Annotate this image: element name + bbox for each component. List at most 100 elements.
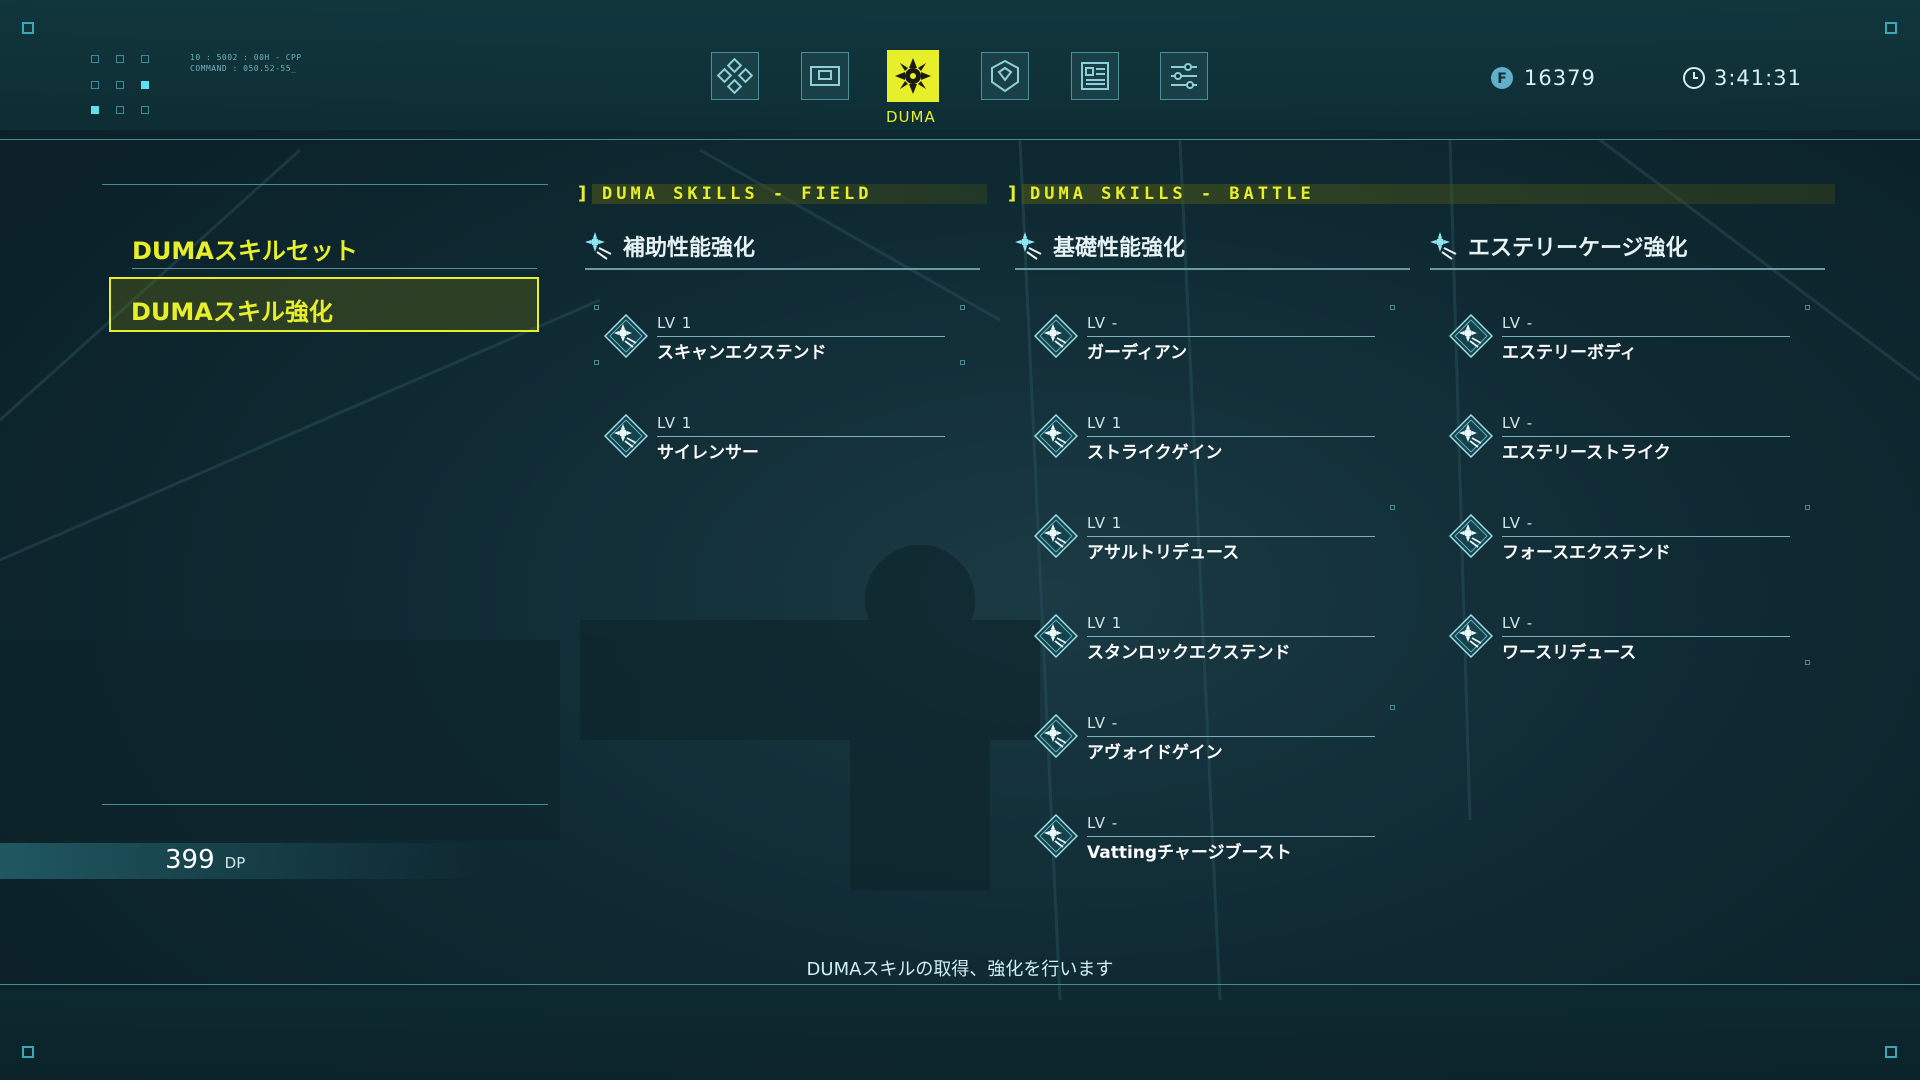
menu-skill-set[interactable]: DUMAスキルセット (132, 231, 537, 269)
skill-level: LV 1 (657, 414, 693, 432)
tab-duma-label: DUMA (886, 108, 936, 126)
skill-divider (657, 336, 945, 337)
grid-indicator (91, 106, 99, 114)
playtime-display: 3:41:31 (1682, 66, 1802, 90)
skill-card[interactable]: LV 1 サイレンサー (600, 402, 945, 472)
skill-level: LV 1 (657, 314, 693, 332)
category-underline (1015, 268, 1410, 270)
skill-name: ワースリデュース (1502, 643, 1637, 663)
skill-name: エステリーボディ (1502, 343, 1637, 363)
emblem-shield-icon (991, 59, 1019, 93)
category-title: エステリーケージ強化 (1468, 236, 1688, 261)
skill-divider (1502, 636, 1790, 637)
tab-dpad[interactable] (711, 52, 759, 100)
grid-indicator (91, 55, 99, 63)
skill-card[interactable]: LV - ガーディアン (1030, 302, 1375, 372)
skill-category-icon (1430, 232, 1457, 260)
skill-card[interactable]: LV 1 アサルトリデュース (1030, 502, 1375, 572)
system-readout-line: 10 : 5002 : 00H - CPP (190, 53, 302, 62)
skill-card[interactable]: LV 1 スタンロックエクステンド (1030, 602, 1375, 672)
skill-category-icon (1015, 232, 1042, 260)
dp-value: 399 (165, 845, 215, 875)
category-support: 補助性能強化 (585, 230, 980, 270)
bracket-glyph: ] (578, 183, 587, 204)
category-underline (1430, 268, 1825, 270)
deco-tick (1805, 660, 1810, 665)
tab-storage[interactable] (801, 52, 849, 100)
category-estery: エステリーケージ強化 (1430, 230, 1825, 270)
skill-divider (1087, 536, 1375, 537)
skill-divider (657, 436, 945, 437)
skill-card[interactable]: LV 1 ストライクゲイン (1030, 402, 1375, 472)
skill-gem-icon (1449, 514, 1493, 558)
skill-gem-icon (1449, 614, 1493, 658)
corner-marker (1885, 1046, 1897, 1058)
skill-name: アサルトリデュース (1087, 543, 1240, 563)
skill-level: LV 1 (1087, 514, 1123, 532)
storage-icon (810, 66, 840, 86)
skill-name: エステリーストライク (1502, 443, 1671, 463)
deco-tick (1390, 305, 1395, 310)
tab-emblem[interactable] (981, 52, 1029, 100)
corner-marker (22, 1046, 34, 1058)
skill-gem-icon (1034, 414, 1078, 458)
skill-level: LV - (1087, 714, 1119, 732)
grid-indicator (91, 81, 99, 89)
category-basic: 基礎性能強化 (1015, 230, 1410, 270)
dpad-icon (717, 58, 753, 94)
skill-card[interactable]: LV - Vattingチャージブースト (1030, 802, 1375, 872)
currency-display: F 16379 (1490, 66, 1596, 90)
tab-duma[interactable] (887, 50, 939, 102)
skill-gem-icon (1034, 514, 1078, 558)
grid-indicator (116, 106, 124, 114)
tab-data[interactable] (1071, 52, 1119, 100)
skill-card[interactable]: LV - エステリーボディ (1445, 302, 1790, 372)
grid-indicator (141, 81, 149, 89)
skill-name: アヴォイドゲイン (1087, 743, 1223, 763)
skill-card[interactable]: LV - アヴォイドゲイン (1030, 702, 1375, 772)
tab-settings[interactable] (1160, 52, 1208, 100)
banner-field: DUMA SKILLS - FIELD (592, 184, 987, 204)
skill-name: スタンロックエクステンド (1087, 643, 1291, 663)
duma-emblem-icon (895, 58, 931, 94)
bracket-glyph: ] (1008, 183, 1017, 204)
skill-card[interactable]: LV 1 スキャンエクステンド (600, 302, 945, 372)
grid-indicator (141, 106, 149, 114)
system-readout: 10 : 5002 : 00H - CPP COMMAND : 050.52-5… (190, 52, 302, 74)
skill-level: LV 1 (1087, 414, 1123, 432)
deco-tick (594, 305, 599, 310)
skill-gem-icon (1449, 314, 1493, 358)
skill-category-icon (585, 232, 612, 260)
skill-level: LV - (1087, 314, 1119, 332)
deco-tick (1390, 705, 1395, 710)
skill-gem-icon (604, 414, 648, 458)
settings-list-icon (1171, 63, 1197, 89)
dp-unit: DP (224, 854, 246, 872)
system-readout-line: COMMAND : 050.52-55_ (190, 64, 297, 73)
skill-divider (1087, 636, 1375, 637)
skill-gem-icon (1034, 314, 1078, 358)
deco-tick (960, 305, 965, 310)
dp-display: 399 DP (165, 845, 245, 875)
svg-text:F: F (1497, 71, 1507, 87)
corner-marker (1885, 22, 1897, 34)
skill-name: ストライクゲイン (1087, 443, 1223, 463)
skill-name: Vattingチャージブースト (1087, 843, 1292, 863)
grid-indicator (116, 55, 124, 63)
skill-divider (1502, 536, 1790, 537)
skill-card[interactable]: LV - エステリーストライク (1445, 402, 1790, 472)
currency-value: 16379 (1524, 66, 1596, 90)
footer-hint: DUMAスキルの取得、強化を行います (806, 959, 1114, 980)
menu-skill-enhance-highlight[interactable]: DUMAスキル強化 (109, 277, 539, 332)
skill-card[interactable]: LV - フォースエクステンド (1445, 502, 1790, 572)
skill-card[interactable]: LV - ワースリデュース (1445, 602, 1790, 672)
deco-tick (1805, 505, 1810, 510)
banner-battle: DUMA SKILLS - BATTLE (1022, 184, 1835, 204)
playtime-value: 3:41:31 (1714, 66, 1802, 90)
menu-skill-enhance: DUMAスキル強化 (131, 298, 333, 326)
skill-level: LV - (1087, 814, 1119, 832)
grid-indicator (116, 81, 124, 89)
skill-divider (1087, 436, 1375, 437)
frame-divider-bottom (0, 984, 1920, 985)
clock-icon (1683, 67, 1705, 89)
